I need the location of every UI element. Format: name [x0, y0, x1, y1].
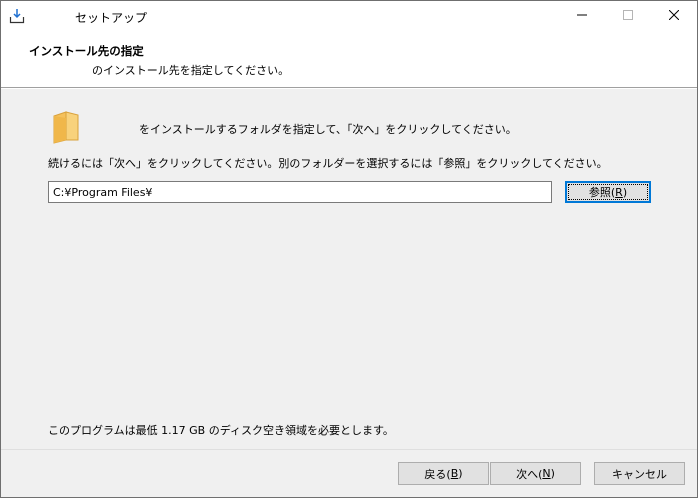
disk-space-requirement: このプログラムは最低 1.17 GB のディスク空き領域を必要とします。 — [48, 424, 394, 437]
maximize-icon — [623, 9, 633, 23]
minimize-icon — [577, 10, 587, 23]
next-label-suffix: ) — [550, 467, 555, 480]
title-bar: セットアップ — [1, 1, 697, 31]
page-title: インストール先の指定 — [29, 44, 144, 58]
folder-icon — [52, 110, 82, 144]
setup-window: セットアップ インストール先の指定 のインストール先を指定してください。 をイン… — [0, 0, 698, 498]
next-button[interactable]: 次へ(N) — [490, 462, 581, 485]
page-subtitle: のインストール先を指定してください。 — [92, 64, 290, 77]
instruction-text: 続けるには「次へ」をクリックしてください。別のフォルダーを選択するには「参照」を… — [48, 157, 608, 170]
window-title: セットアップ — [75, 11, 148, 25]
close-button[interactable] — [651, 1, 697, 31]
focus-rectangle — [568, 184, 648, 200]
back-button[interactable]: 戻る(B) — [398, 462, 489, 485]
back-label: 戻る( — [424, 467, 451, 481]
header-panel: インストール先の指定 のインストール先を指定してください。 — [1, 31, 697, 88]
minimize-button[interactable] — [559, 1, 605, 31]
cancel-button[interactable]: キャンセル — [594, 462, 685, 485]
browse-button[interactable]: 参照(R) — [565, 181, 651, 203]
content-panel: をインストールするフォルダを指定して、「次へ」をクリックしてください。 続けるに… — [1, 89, 697, 449]
next-accelerator: N — [542, 467, 551, 480]
close-icon — [668, 9, 680, 23]
button-bar: 戻る(B) 次へ(N) キャンセル — [1, 449, 697, 497]
intro-text: をインストールするフォルダを指定して、「次へ」をクリックしてください。 — [139, 123, 517, 136]
cancel-label: キャンセル — [612, 467, 667, 481]
next-label: 次へ( — [516, 467, 543, 481]
back-accelerator: B — [450, 467, 459, 480]
maximize-button[interactable] — [605, 1, 651, 31]
install-download-icon — [9, 8, 25, 24]
install-path-input[interactable] — [48, 181, 552, 203]
back-label-suffix: ) — [458, 467, 463, 480]
